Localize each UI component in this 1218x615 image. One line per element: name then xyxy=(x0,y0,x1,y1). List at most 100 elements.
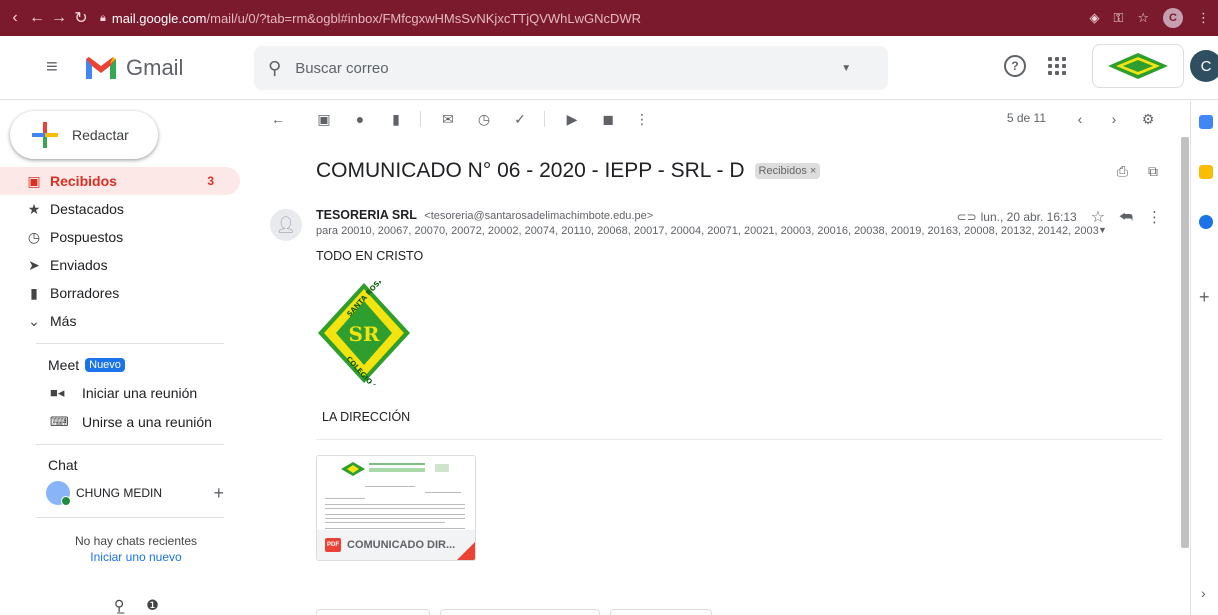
apps-grid-icon[interactable] xyxy=(1048,57,1066,75)
attachment-corner-fold xyxy=(457,542,475,560)
add-to-tasks-icon[interactable]: ✓ xyxy=(510,109,530,129)
star-message-icon[interactable]: ☆ xyxy=(1091,207,1105,227)
organization-logo[interactable] xyxy=(1092,44,1184,88)
reload-icon[interactable]: ↻ xyxy=(70,8,92,28)
report-spam-icon[interactable]: ● xyxy=(350,109,370,129)
snooze-icon[interactable]: ◷ xyxy=(474,109,494,129)
message-toolbar: ← ▣ ● ▮ ✉ ◷ ✓ ▶ ◼ ⋮ 5 de 11 ‹ › ⚙ xyxy=(252,101,1180,137)
settings-gear-icon[interactable]: ⚙ xyxy=(1138,109,1158,129)
sender-info: TESORERIA SRL <tesoreria@santarosadelima… xyxy=(316,208,653,222)
delete-icon[interactable]: ▮ xyxy=(386,109,406,129)
gmail-wordmark: Gmail xyxy=(126,54,184,80)
attachment-preview xyxy=(325,460,469,536)
sidebar-item-more[interactable]: ⌄ Más xyxy=(0,307,240,335)
message-view: ← ▣ ● ▮ ✉ ◷ ✓ ▶ ◼ ⋮ 5 de 11 ‹ › ⚙ COMUNI… xyxy=(252,101,1180,615)
sender-email: <tesoreria@santarosadelimachimbote.edu.p… xyxy=(424,210,654,222)
browser-toolbar: ‹ ← → ↻ 🔒︎ mail.google.com /mail/u/0/?ta… xyxy=(0,0,1218,36)
sidebar-item-label: Borradores xyxy=(50,285,120,301)
extension-icon[interactable]: ◈ xyxy=(1089,10,1099,26)
vertical-scrollbar[interactable] xyxy=(1181,137,1189,548)
video-camera-icon: ■◂ xyxy=(50,384,65,400)
message-date: lun., 20 abr. 16:13 xyxy=(980,210,1077,224)
chat-bubble-icon[interactable]: ❶ xyxy=(146,597,159,614)
key-icon[interactable]: ⚿ xyxy=(1113,10,1123,26)
browser-menu-icon[interactable]: ⋮ xyxy=(1197,10,1210,26)
search-input[interactable] xyxy=(295,59,836,77)
reply-all-button[interactable] xyxy=(440,609,600,615)
message-more-icon[interactable]: ⋮ xyxy=(1147,208,1162,226)
subject-actions: ⎙ ⧉ xyxy=(1117,163,1158,180)
start-new-chat-link[interactable]: Iniciar uno nuevo xyxy=(0,549,272,565)
sidebar-item-starred[interactable]: ★ Destacados xyxy=(0,195,240,223)
sidebar-item-inbox[interactable]: ▣ Recibidos 3 xyxy=(0,167,240,195)
keep-icon[interactable] xyxy=(1199,165,1213,179)
preview-text-line xyxy=(325,514,465,515)
bookmark-star-icon[interactable]: ☆ xyxy=(1137,10,1149,26)
sidebar-item-drafts[interactable]: ▮ Borradores xyxy=(0,279,240,307)
reply-button[interactable] xyxy=(316,609,430,615)
divider xyxy=(36,343,224,344)
forward-arrow-icon[interactable]: → xyxy=(48,9,70,27)
back-arrow-icon[interactable]: ← xyxy=(26,9,48,27)
no-chats-text: No hay chats recientes xyxy=(74,534,198,548)
account-avatar[interactable]: C xyxy=(1190,50,1218,82)
older-chevron-icon[interactable]: › xyxy=(1104,109,1124,129)
add-chat-icon[interactable]: + xyxy=(213,483,224,504)
sidebar-item-label: Pospuestos xyxy=(50,229,124,245)
preview-text-line xyxy=(325,508,465,509)
message-meta: ⊂⊃ lun., 20 abr. 16:13 ☆ ⮪ ⋮ xyxy=(957,207,1162,227)
hamburger-menu-icon[interactable]: ≡ xyxy=(46,56,70,79)
tab-left-arrow-icon[interactable]: ‹ xyxy=(4,9,26,27)
show-details-caret-icon[interactable]: ▼ xyxy=(1098,225,1107,235)
sidebar-footer: ⚲̲ ❶ xyxy=(114,597,159,614)
sidebar-item-snoozed[interactable]: ◷ Pospuestos xyxy=(0,223,240,251)
start-meeting-item[interactable]: ■◂ Iniciar una reunión xyxy=(0,378,240,407)
pagination-text: 5 de 11 xyxy=(1006,111,1046,125)
person-icon[interactable]: ⚲̲ xyxy=(114,597,124,614)
contact-avatar xyxy=(46,481,71,506)
back-to-inbox-icon[interactable]: ← xyxy=(268,109,288,129)
move-to-icon[interactable]: ▶ xyxy=(562,109,582,129)
mark-unread-icon[interactable]: ✉ xyxy=(438,109,458,129)
compose-button[interactable]: Redactar xyxy=(10,111,158,159)
forward-button[interactable] xyxy=(610,609,712,615)
reply-actions xyxy=(316,609,712,615)
sidebar-item-label: Enviados xyxy=(50,257,108,273)
join-meeting-item[interactable]: ⌨ Unirse a una reunión xyxy=(0,407,240,436)
search-icon[interactable]: ⚲ xyxy=(268,58,281,79)
label-icon[interactable]: ◼ xyxy=(598,109,618,129)
address-bar[interactable]: 🔒︎ mail.google.com /mail/u/0/?tab=rm&ogb… xyxy=(100,11,641,26)
attachment-clip-icon: ⊂⊃ xyxy=(956,210,977,224)
help-icon[interactable]: ? xyxy=(1004,55,1026,77)
browser-profile-avatar[interactable]: C xyxy=(1163,8,1183,28)
pdf-icon: PDF xyxy=(325,538,341,552)
gmail-logo[interactable]: Gmail xyxy=(84,55,183,81)
preview-text-line xyxy=(325,504,465,505)
chat-contact[interactable]: CHUNG MEDIN + xyxy=(0,477,240,509)
add-addons-icon[interactable]: + xyxy=(1199,287,1210,308)
preview-text-line xyxy=(325,522,445,523)
label-chip[interactable]: Recibidos × xyxy=(754,163,821,179)
attachment-card[interactable]: PDF COMUNICADO DIR... xyxy=(316,455,476,561)
gmail-m-icon xyxy=(86,56,116,79)
sidebar-item-sent[interactable]: ➤ Enviados xyxy=(0,251,240,279)
send-icon: ➤ xyxy=(28,256,40,273)
newer-chevron-icon[interactable]: ‹ xyxy=(1070,109,1090,129)
chat-contact-name: CHUNG MEDIN xyxy=(76,486,162,500)
preview-text-line xyxy=(365,486,415,487)
sender-avatar: 👤︎ xyxy=(270,209,302,241)
calendar-icon[interactable] xyxy=(1199,115,1213,129)
email-subject: COMUNICADO N° 06 - 2020 - IEPP - SRL - D… xyxy=(316,159,821,183)
tasks-icon[interactable] xyxy=(1199,215,1213,229)
school-logo-small-icon xyxy=(1108,53,1168,79)
reply-icon[interactable]: ⮪ xyxy=(1119,209,1133,226)
print-icon[interactable]: ⎙ xyxy=(1117,163,1128,180)
search-box[interactable]: ⚲ ▼ xyxy=(254,46,888,90)
search-options-caret-icon[interactable]: ▼ xyxy=(841,63,851,74)
expand-panel-chevron-icon[interactable]: › xyxy=(1201,585,1206,601)
chat-section-title: Chat xyxy=(48,457,78,473)
open-in-new-window-icon[interactable]: ⧉ xyxy=(1148,163,1158,180)
preview-letterhead xyxy=(341,462,449,476)
archive-icon[interactable]: ▣ xyxy=(314,109,334,129)
more-options-icon[interactable]: ⋮ xyxy=(632,109,652,129)
